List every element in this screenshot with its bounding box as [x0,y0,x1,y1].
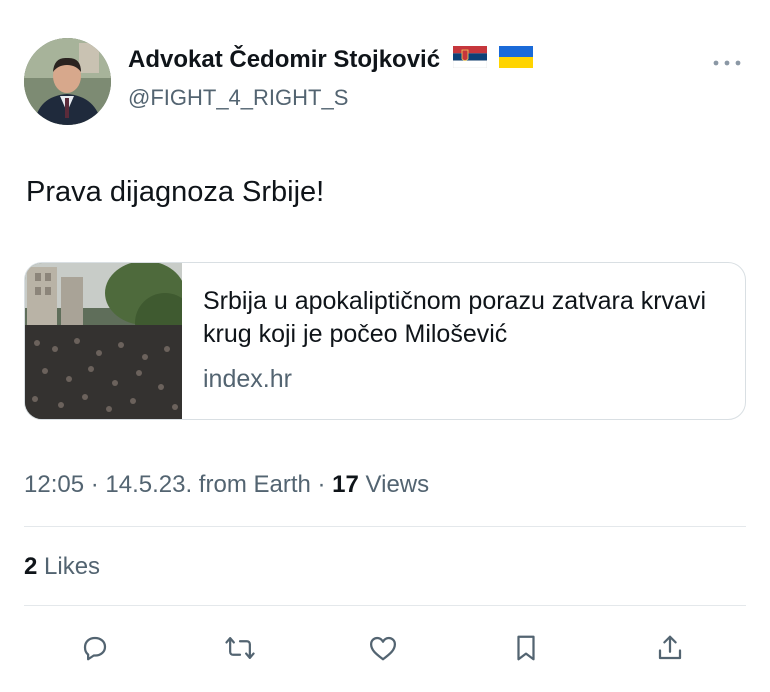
more-icon[interactable] [712,50,742,73]
likes-label[interactable]: Likes [37,553,100,580]
link-card-domain: index.hr [203,365,292,393]
bookmark-icon[interactable] [506,628,546,668]
like-icon[interactable] [363,628,403,668]
serbia-flag-icon [452,46,487,75]
tweet-text: Prava dijagnoza Srbije! [26,176,325,208]
share-icon[interactable] [650,628,690,668]
reply-icon[interactable] [75,628,115,668]
divider [24,605,746,606]
tweet-source: from Earth [192,471,311,498]
views-label: Views [358,471,430,498]
tweet-meta: 12:05 · 14.5.23. from Earth · 17 Views [24,471,429,499]
likes-count[interactable]: 2 [24,553,37,580]
author-name-row[interactable]: Advokat Čedomir Stojković [128,46,534,75]
meta-separator: · [84,471,106,498]
author-name[interactable]: Advokat Čedomir Stojković [128,46,440,73]
likes-row[interactable]: 2 Likes [24,553,100,581]
tweet-date[interactable]: 14.5.23. [105,471,192,498]
divider [24,526,746,527]
author-handle[interactable]: @FIGHT_4_RIGHT_S [128,85,348,111]
tweet-time[interactable]: 12:05 [24,471,84,498]
retweet-icon[interactable] [220,628,260,668]
link-card[interactable]: Srbija u apokaliptičnom porazu zatvara k… [24,262,746,420]
avatar[interactable] [24,38,111,125]
meta-separator: · [310,471,333,498]
views-count: 17 [332,471,359,498]
link-card-title[interactable]: Srbija u apokaliptičnom porazu zatvara k… [203,285,733,351]
ukraine-flag-icon [499,46,534,75]
link-card-image[interactable] [25,263,195,419]
